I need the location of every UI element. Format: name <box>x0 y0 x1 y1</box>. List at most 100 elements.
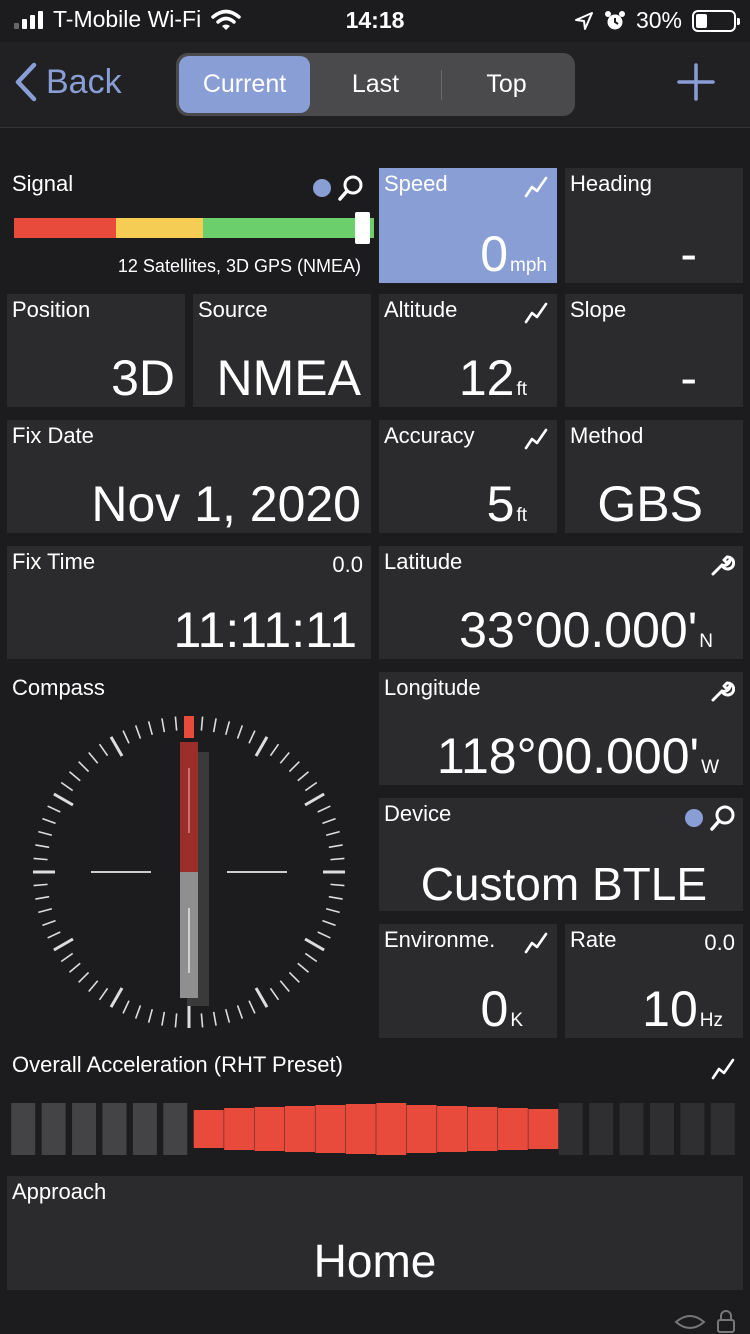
compass-tick <box>248 1000 256 1014</box>
environment-tile[interactable]: Environme. 0K <box>379 924 557 1038</box>
search-icon[interactable] <box>709 804 737 832</box>
acceleration-bar <box>41 1103 66 1155</box>
tab-last[interactable]: Last <box>310 56 441 113</box>
compass-tick <box>288 971 300 983</box>
rate-value: 10 Hz <box>642 981 723 1037</box>
compass-tick <box>60 781 74 792</box>
add-button[interactable] <box>676 62 716 102</box>
acceleration-bar <box>102 1103 127 1155</box>
graph-icon[interactable] <box>523 426 549 452</box>
graph-icon[interactable] <box>523 930 549 956</box>
compass-tick <box>317 805 331 813</box>
method-label: Method <box>570 423 644 448</box>
wrench-icon[interactable] <box>709 552 735 578</box>
tab-current[interactable]: Current <box>179 56 310 113</box>
back-button[interactable]: Back <box>14 62 122 102</box>
compass-tick <box>236 1005 244 1019</box>
compass-tick <box>212 1011 217 1026</box>
wrench-icon[interactable] <box>709 678 735 704</box>
signal-tile[interactable]: Signal 12 Satellites, 3D GPS (NMEA) <box>7 168 374 282</box>
acceleration-bar <box>406 1105 437 1153</box>
device-tile[interactable]: Device Custom BTLE <box>379 798 743 911</box>
compass-tick <box>147 1008 154 1023</box>
method-value: GBS <box>597 476 703 532</box>
acceleration-bar <box>132 1103 157 1155</box>
altitude-tile[interactable]: Altitude 12 ft <box>379 294 557 407</box>
compass-tick <box>78 761 90 773</box>
acceleration-bar <box>649 1103 674 1155</box>
lock-icon[interactable] <box>672 1308 742 1334</box>
compass-tick <box>78 971 90 983</box>
compass-tick <box>304 781 318 792</box>
compass-tick <box>35 895 50 900</box>
heading-tile[interactable]: Heading - <box>565 168 743 283</box>
longitude-tile[interactable]: Longitude 118°00.000' W <box>379 672 743 785</box>
latitude-hemisphere: N <box>699 631 713 652</box>
graph-icon[interactable] <box>523 300 549 326</box>
acceleration-bar <box>284 1106 315 1152</box>
acceleration-bar <box>619 1103 644 1155</box>
accuracy-tile[interactable]: Accuracy 5 ft <box>379 420 557 533</box>
acceleration-bar <box>558 1103 583 1155</box>
compass-tick <box>304 937 325 952</box>
latitude-tile[interactable]: Latitude 33°00.000' N <box>379 546 743 659</box>
compass-tick <box>254 736 269 757</box>
compass-tick <box>161 1011 166 1026</box>
approach-tile[interactable]: Approach Home <box>7 1176 743 1290</box>
position-tile[interactable]: Position 3D <box>7 294 185 407</box>
compass-tick <box>200 716 204 731</box>
battery-fill <box>696 13 707 28</box>
compass-tick <box>109 987 124 1008</box>
acceleration-bar <box>193 1110 224 1148</box>
acceleration-bar <box>497 1108 528 1150</box>
compass-tick <box>35 844 50 849</box>
graph-icon[interactable] <box>523 174 549 200</box>
longitude-label: Longitude <box>384 675 481 700</box>
compass-tick <box>122 730 130 744</box>
signal-level-indicator <box>355 212 370 244</box>
altitude-label: Altitude <box>384 297 458 322</box>
compass-tick <box>42 817 56 825</box>
compass-tick <box>269 743 280 757</box>
acceleration-bar <box>467 1107 498 1151</box>
position-value: 3D <box>111 350 175 406</box>
chevron-left-icon <box>15 62 37 102</box>
compass-tick <box>60 952 74 963</box>
fix-time-tile[interactable]: Fix Time 0.0 11:11:11 <box>7 546 371 659</box>
speed-tile[interactable]: Speed 0 mph <box>379 168 557 283</box>
slope-tile[interactable]: Slope - <box>565 294 743 407</box>
acceleration-bar <box>437 1106 468 1152</box>
compass-tick <box>330 883 345 887</box>
compass-tick <box>174 1013 178 1028</box>
search-icon[interactable] <box>337 174 365 202</box>
compass-tick <box>200 1013 204 1028</box>
rate-label: Rate <box>570 927 617 952</box>
source-tile[interactable]: Source NMEA <box>193 294 371 407</box>
compass-tick <box>68 771 81 782</box>
compass-tick <box>122 1000 130 1014</box>
acceleration-bar <box>254 1107 285 1151</box>
heading-value: - <box>680 226 697 282</box>
acceleration-bar <box>680 1103 705 1155</box>
tab-top[interactable]: Top <box>441 56 572 113</box>
speed-value: 0 mph <box>480 226 547 282</box>
acceleration-bar <box>589 1103 614 1155</box>
compass-tick <box>322 817 336 825</box>
compass-tick <box>98 743 109 757</box>
acceleration-bar <box>11 1103 36 1155</box>
latitude-value: 33°00.000' N <box>459 602 713 658</box>
compass-tick <box>53 937 74 952</box>
method-tile[interactable]: Method GBS <box>565 420 743 533</box>
rate-tile[interactable]: Rate 0.0 10 Hz <box>565 924 743 1038</box>
compass-tick <box>330 857 345 861</box>
acceleration-meter <box>11 1103 735 1155</box>
accuracy-value: 5 ft <box>486 476 527 532</box>
compass-tick <box>279 751 290 764</box>
compass-tick <box>322 919 336 927</box>
graph-icon[interactable] <box>710 1056 736 1082</box>
compass-tile[interactable]: Compass <box>7 672 371 1038</box>
acceleration-bar <box>315 1105 346 1153</box>
compass-tick <box>224 721 231 736</box>
slope-value: - <box>680 350 697 406</box>
fix-date-tile[interactable]: Fix Date Nov 1, 2020 <box>7 420 371 533</box>
